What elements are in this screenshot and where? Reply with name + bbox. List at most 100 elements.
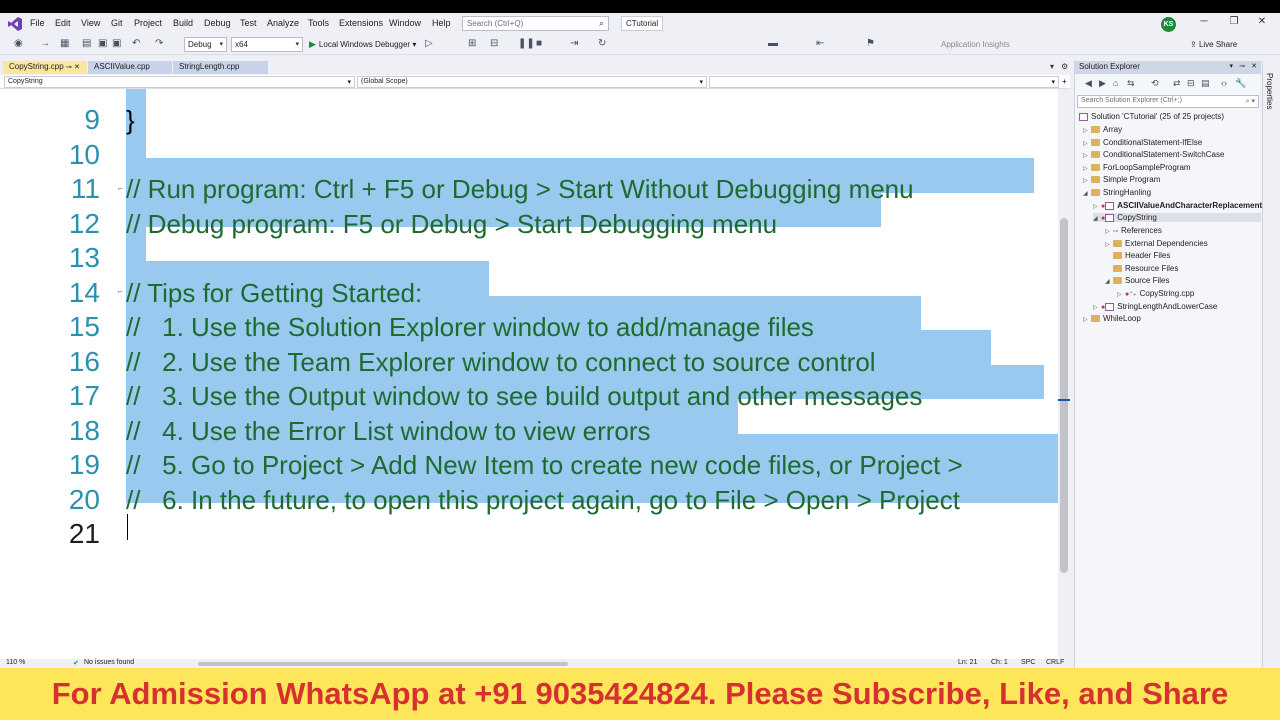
project-dropdown[interactable]: CopyString ▾ xyxy=(4,76,355,88)
fold-marker-icon[interactable]: ⌐ xyxy=(118,184,123,193)
save-icon[interactable]: ▣ xyxy=(98,38,107,49)
properties-side-tab[interactable] xyxy=(1262,61,1280,669)
code-editor[interactable]: 9 10 11 12 13 14 15 16 17 18 19 20 21 ⌐ … xyxy=(0,89,1058,659)
tree-item[interactable]: ▷ ● StringLengthAndLowerCase xyxy=(1093,302,1217,311)
menu-extensions[interactable]: Extensions xyxy=(339,18,383,28)
expand-icon[interactable]: ▷ xyxy=(1083,316,1091,323)
expand-icon[interactable]: ▷ xyxy=(1083,177,1091,184)
menu-help[interactable]: Help xyxy=(432,18,451,28)
tree-item[interactable]: ▷ ▫▫ References xyxy=(1105,226,1162,235)
collapse-icon[interactable]: ◢ xyxy=(1083,190,1091,197)
minimize-icon[interactable]: ─ xyxy=(1197,16,1211,30)
forward-icon[interactable]: ▶ xyxy=(1099,78,1106,89)
toolbar-tool-icon[interactable]: ⊟ xyxy=(490,38,498,49)
expand-icon[interactable]: ▷ xyxy=(1093,304,1101,311)
redo-icon[interactable]: ↷ xyxy=(155,38,163,49)
tab-overflow-chevron-icon[interactable]: ▾ xyxy=(1050,62,1054,71)
step-into-icon[interactable]: ↻ xyxy=(598,38,606,49)
solution-explorer-search-input[interactable]: Search Solution Explorer (Ctrl+;) ⌕ ▾ xyxy=(1077,95,1259,108)
sync-icon[interactable]: ⇄ xyxy=(1173,78,1181,89)
expand-icon[interactable]: ▷ xyxy=(1083,152,1091,159)
tree-item[interactable]: ▷ Array xyxy=(1083,125,1122,134)
horizontal-scrollbar-thumb[interactable] xyxy=(198,662,568,666)
application-insights-label[interactable]: Application Insights xyxy=(941,40,1010,49)
properties-wrench-icon[interactable]: 🔧 xyxy=(1235,78,1246,89)
show-all-files-icon[interactable]: ▤ xyxy=(1201,78,1210,89)
scope-dropdown[interactable]: (Global Scope) ▾ xyxy=(357,76,707,88)
step-over-icon[interactable]: ⇥ xyxy=(570,38,578,49)
menu-view[interactable]: View xyxy=(81,18,100,28)
start-without-debugging-icon[interactable]: ▷ xyxy=(425,38,433,49)
switch-views-icon[interactable]: ⇆ xyxy=(1127,78,1135,89)
collapse-icon[interactable]: ◢ xyxy=(1105,278,1113,285)
chevron-down-icon[interactable]: ▾ xyxy=(1229,62,1233,70)
menu-test[interactable]: Test xyxy=(240,18,257,28)
avatar[interactable]: KS xyxy=(1161,17,1176,32)
expand-icon[interactable]: ▷ xyxy=(1105,228,1113,235)
restore-icon[interactable]: ❐ xyxy=(1227,16,1241,30)
tree-item[interactable]: ◢ Source Files xyxy=(1105,276,1169,285)
pin-icon[interactable]: ⊸ xyxy=(66,64,72,71)
settings-gear-icon[interactable]: ⚙ xyxy=(1061,62,1068,71)
tree-item[interactable]: ◢ StringHanling xyxy=(1083,188,1151,197)
search-input[interactable]: Search (Ctrl+Q) ⌕ xyxy=(462,16,609,31)
tab-stringlength[interactable]: StringLength.cpp xyxy=(173,61,268,74)
menu-edit[interactable]: Edit xyxy=(55,18,71,28)
tree-item[interactable]: ▷ Simple Program xyxy=(1083,175,1160,184)
tree-item[interactable]: ▷ ConditionalStatement-SwitchCase xyxy=(1083,150,1224,159)
tab-copystring[interactable]: CopyString.cpp ⊸ ✕ xyxy=(3,61,87,74)
tree-item[interactable]: ▷ ForLoopSampleProgram xyxy=(1083,163,1191,172)
collapse-icon[interactable]: ◢ xyxy=(1093,215,1101,222)
tree-item-selected[interactable]: ◢ ● CopyString xyxy=(1093,213,1261,222)
menu-file[interactable]: File xyxy=(30,18,45,28)
pause-icon[interactable]: ❚❚ xyxy=(518,38,535,49)
tree-item[interactable]: ▷ ConditionalStatement-IfElse xyxy=(1083,138,1202,147)
view-code-icon[interactable]: ‹› xyxy=(1221,78,1227,88)
member-dropdown[interactable]: ▾ xyxy=(709,76,1059,88)
save-all-icon[interactable]: ▣ xyxy=(112,38,121,49)
stop-icon[interactable]: ■ xyxy=(536,38,542,49)
pending-changes-icon[interactable]: ⟲ xyxy=(1151,78,1159,89)
menu-window[interactable]: Window xyxy=(389,18,421,28)
scrollbar-thumb[interactable] xyxy=(1060,218,1068,573)
expand-icon[interactable]: ▷ xyxy=(1083,127,1091,134)
platform-select[interactable]: x64 ▾ xyxy=(231,37,303,52)
fold-marker-icon[interactable]: ⌐ xyxy=(118,287,123,296)
back-icon[interactable]: ◉ xyxy=(14,38,23,49)
tree-item[interactable]: ▷ ● ASCIIValueAndCharacterReplacement xyxy=(1093,201,1262,210)
start-debugging-button[interactable]: ▶ Local Windows Debugger ▾ xyxy=(309,39,416,50)
undo-icon[interactable]: ↶ xyxy=(132,38,140,49)
comment-icon[interactable]: ▬ xyxy=(768,38,778,49)
close-tab-icon[interactable]: ✕ xyxy=(74,64,80,71)
indent-icon[interactable]: ⇤ xyxy=(816,38,824,49)
line-ending-indicator[interactable]: CRLF xyxy=(1046,659,1064,666)
zoom-level[interactable]: 110 % xyxy=(6,659,25,666)
expand-icon[interactable]: ▷ xyxy=(1083,165,1091,172)
menu-project[interactable]: Project xyxy=(134,18,162,28)
open-folder-icon[interactable]: ▤ xyxy=(82,38,91,49)
expand-icon[interactable]: ▷ xyxy=(1093,203,1101,210)
tree-item[interactable]: ▷ ●⁺₊ CopyString.cpp xyxy=(1117,289,1194,298)
bookmark-icon[interactable]: ⚑ xyxy=(866,38,875,49)
close-icon[interactable]: ✕ xyxy=(1251,62,1257,70)
pin-icon[interactable]: ⊸ xyxy=(1239,62,1245,70)
menu-git[interactable]: Git xyxy=(111,18,123,28)
expand-icon[interactable]: ▷ xyxy=(1105,241,1113,248)
expand-icon[interactable]: ▷ xyxy=(1117,291,1125,298)
configuration-select[interactable]: Debug ▾ xyxy=(184,37,227,52)
menu-debug[interactable]: Debug xyxy=(204,18,231,28)
split-add-icon[interactable]: + xyxy=(1062,77,1067,86)
live-share-button[interactable]: ⇪ Live Share xyxy=(1190,40,1237,49)
new-project-icon[interactable]: ▦ xyxy=(60,38,69,49)
back-icon[interactable]: ◀ xyxy=(1085,78,1092,89)
tree-item[interactable]: ▷ WhileLoop xyxy=(1083,314,1141,323)
spacing-indicator[interactable]: SPC xyxy=(1021,659,1035,666)
home-icon[interactable]: ⌂ xyxy=(1113,78,1118,88)
menu-tools[interactable]: Tools xyxy=(308,18,329,28)
expand-icon[interactable]: ▷ xyxy=(1083,140,1091,147)
properties-tab-label[interactable]: Properties xyxy=(1265,73,1274,109)
forward-icon[interactable]: → xyxy=(40,38,50,49)
tree-item[interactable]: Header Files xyxy=(1113,251,1170,260)
menu-analyze[interactable]: Analyze xyxy=(267,18,299,28)
collapse-all-icon[interactable]: ⊟ xyxy=(1187,78,1195,89)
